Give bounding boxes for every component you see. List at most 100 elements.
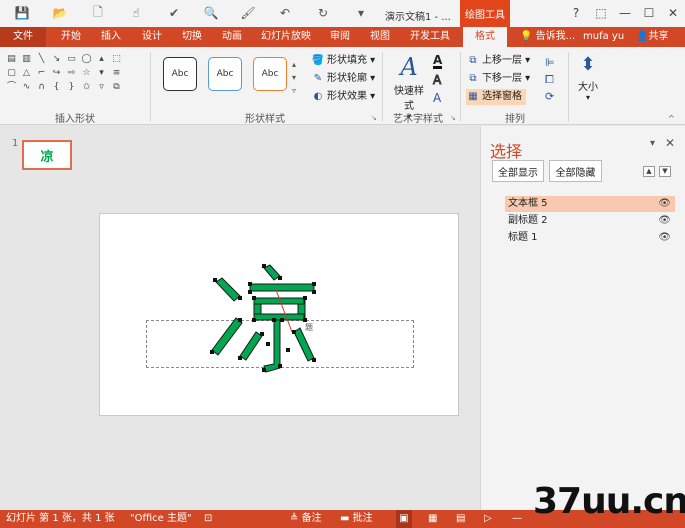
- shape-style-thumb-3[interactable]: Abc: [253, 57, 287, 91]
- brace-right-icon[interactable]: }: [66, 82, 77, 93]
- brace-left-icon[interactable]: {: [51, 82, 62, 93]
- glyph-stroke-box-bottom[interactable]: [253, 313, 305, 321]
- shape-style-thumb-2[interactable]: Abc: [208, 57, 242, 91]
- format-painter-icon[interactable]: 🖌: [240, 5, 256, 21]
- quick-styles-button[interactable]: A 快速样式 ▾: [390, 52, 428, 121]
- shape-effects-button[interactable]: ◐ 形状效果 ▾: [311, 89, 376, 105]
- style-gallery-scroll[interactable]: ▴ ▾ ▿: [292, 58, 302, 98]
- notes-button[interactable]: ≜ 备注: [290, 510, 322, 528]
- oval-shape-icon[interactable]: ◯: [81, 54, 92, 65]
- tab-developer[interactable]: 开发工具: [404, 27, 456, 47]
- star-small-icon[interactable]: ✩: [81, 82, 92, 93]
- user-name[interactable]: mufa yu: [583, 27, 624, 47]
- slide-thumbnail[interactable]: 凉: [22, 140, 72, 170]
- glyph-shape-liang[interactable]: [200, 260, 330, 380]
- shape-style-thumb-1[interactable]: Abc: [163, 57, 197, 91]
- freeform-icon[interactable]: ⌒: [6, 82, 17, 93]
- redo-icon[interactable]: ↻: [315, 5, 331, 21]
- more-shapes-up-icon[interactable]: ▴: [96, 54, 107, 65]
- slideshow-view-icon[interactable]: ▷: [484, 510, 492, 528]
- tab-transitions[interactable]: 切换: [174, 27, 210, 47]
- align-objects-icon[interactable]: ⊫ ⧠ ⟳: [545, 54, 555, 105]
- undo-icon[interactable]: ↶: [277, 5, 293, 21]
- customize-qat-icon[interactable]: ▾: [353, 5, 369, 21]
- textbox-shape-icon[interactable]: ▤: [6, 54, 17, 65]
- tell-me-box[interactable]: 💡 告诉我...: [520, 27, 575, 47]
- scribble-icon[interactable]: ∿: [21, 82, 32, 93]
- touch-mode-icon[interactable]: ☝: [128, 5, 144, 21]
- tab-home[interactable]: 开始: [53, 27, 89, 47]
- right-arrow-shape-icon[interactable]: ⇨: [66, 68, 77, 79]
- hide-all-button[interactable]: 全部隐藏: [549, 160, 602, 182]
- align-icon[interactable]: ≡: [111, 68, 122, 79]
- send-backward-button[interactable]: ⧉ 下移一层 ▾: [466, 71, 530, 87]
- object-row-title-1[interactable]: 标题 1 👁: [505, 230, 675, 246]
- more-shapes-down-icon[interactable]: ▾: [96, 68, 107, 79]
- visibility-eye-icon[interactable]: 👁: [658, 213, 671, 229]
- move-up-icon[interactable]: ▲: [643, 166, 655, 177]
- glyph-stroke-rise[interactable]: [211, 317, 243, 356]
- glyph-stroke-right-dot[interactable]: [293, 327, 315, 362]
- pane-close-icon[interactable]: ✕: [665, 136, 675, 150]
- glyph-stroke-dot-1[interactable]: [215, 277, 241, 302]
- reading-view-icon[interactable]: ▤: [456, 510, 465, 528]
- tab-slideshow[interactable]: 幻灯片放映: [255, 27, 317, 47]
- new-document-icon[interactable]: 🗋: [90, 5, 106, 21]
- comments-button[interactable]: ▬ 批注: [340, 510, 373, 528]
- gallery-expand-icon[interactable]: ▿: [96, 82, 107, 93]
- tab-animations[interactable]: 动画: [214, 27, 250, 47]
- shape-styles-launcher-icon[interactable]: ↘: [371, 114, 377, 122]
- tab-file[interactable]: 文件: [0, 27, 46, 47]
- shape-gallery[interactable]: ▤ ▥ ╲ ↘ ▭ ◯ ▴ ⬚ ▢ △ ⌐ ↪ ⇨ ☆ ▾ ≡ ⌒ ∿ ∩ { …: [6, 54, 121, 104]
- visibility-eye-icon[interactable]: 👁: [658, 196, 671, 212]
- glyph-stroke-top-dot[interactable]: [263, 264, 281, 281]
- shape-outline-button[interactable]: ✎ 形状轮廓 ▾: [311, 71, 375, 87]
- tab-insert[interactable]: 插入: [93, 27, 129, 47]
- close-icon[interactable]: ✕: [662, 2, 684, 24]
- show-all-button[interactable]: 全部显示: [492, 160, 544, 182]
- rounded-rect-icon[interactable]: ▢: [6, 68, 17, 79]
- group-icon[interactable]: ⧉: [111, 82, 122, 93]
- text-fill-icon[interactable]: A: [433, 54, 443, 69]
- tab-view[interactable]: 视图: [362, 27, 398, 47]
- zoom-out-icon[interactable]: —: [512, 510, 522, 528]
- vertical-textbox-icon[interactable]: ▥: [21, 54, 32, 65]
- edit-shape-icon[interactable]: ⬚: [111, 54, 122, 65]
- tab-design[interactable]: 设计: [134, 27, 170, 47]
- maximize-icon[interactable]: ☐: [638, 2, 660, 24]
- shape-fill-button[interactable]: 🪣 形状填充 ▾: [311, 53, 375, 69]
- collapse-ribbon-icon[interactable]: ^: [668, 114, 675, 123]
- object-row-textbox-5[interactable]: 文本框 5 👁: [505, 196, 675, 212]
- selection-pane-button[interactable]: ▦ 选择窗格: [466, 89, 526, 105]
- tab-review[interactable]: 审阅: [322, 27, 358, 47]
- glyph-stroke-top-bar[interactable]: [249, 283, 315, 292]
- print-preview-icon[interactable]: 🔍: [203, 5, 219, 21]
- proofing-icon[interactable]: ⊡: [204, 510, 212, 528]
- line-shape-icon[interactable]: ╲: [36, 54, 47, 65]
- spelling-icon[interactable]: ✔: [166, 5, 182, 21]
- tab-format[interactable]: 格式: [463, 27, 507, 48]
- rectangle-shape-icon[interactable]: ▭: [66, 54, 77, 65]
- curve-icon[interactable]: ∩: [36, 82, 47, 93]
- minimize-icon[interactable]: —: [614, 2, 636, 24]
- bring-forward-button[interactable]: ⧉ 上移一层 ▾: [466, 53, 530, 69]
- arrow-line-icon[interactable]: ↘: [51, 54, 62, 65]
- text-outline-icon[interactable]: A: [432, 74, 441, 87]
- normal-view-icon[interactable]: ▣: [396, 510, 412, 528]
- slide-sorter-icon[interactable]: ▦: [428, 510, 437, 528]
- share-button[interactable]: 👤共享: [636, 27, 668, 47]
- star-shape-icon[interactable]: ☆: [81, 68, 92, 79]
- object-row-subtitle-2[interactable]: 副标题 2 👁: [505, 213, 675, 229]
- pane-options-icon[interactable]: ▾: [650, 138, 655, 149]
- ribbon-display-options-icon[interactable]: ⬚: [590, 2, 612, 24]
- triangle-shape-icon[interactable]: △: [21, 68, 32, 79]
- elbow-connector-icon[interactable]: ⌐: [36, 68, 47, 79]
- glyph-stroke-left-dot[interactable]: [239, 331, 263, 361]
- text-effects-icon[interactable]: A: [433, 92, 441, 104]
- visibility-eye-icon[interactable]: 👁: [658, 230, 671, 246]
- curved-connector-icon[interactable]: ↪: [51, 68, 62, 79]
- help-icon[interactable]: ?: [565, 2, 587, 24]
- open-folder-icon[interactable]: 📂: [52, 5, 68, 21]
- save-icon[interactable]: 💾: [14, 5, 30, 21]
- wordart-launcher-icon[interactable]: ↘: [450, 114, 456, 122]
